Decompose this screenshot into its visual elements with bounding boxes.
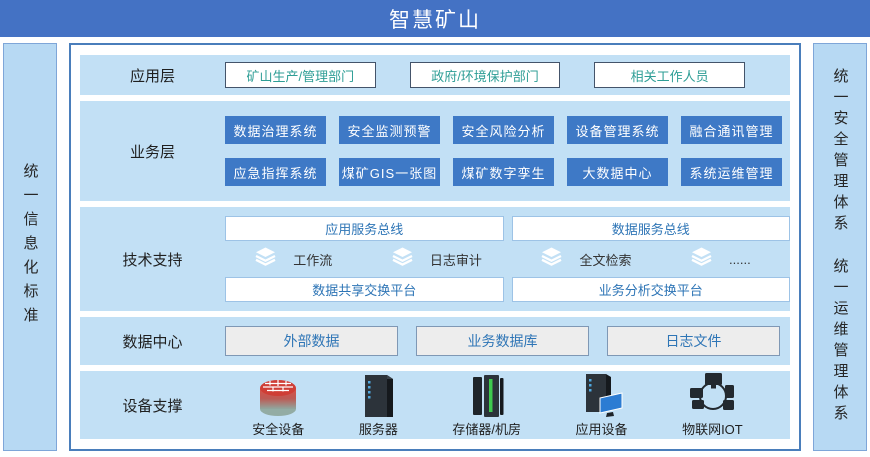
smart-mine-architecture-diagram: 智慧矿山 统一信息化标准 应用层 矿山生产/管理部门 政府/环境保护部门 相关工… (0, 0, 870, 457)
data-source-box: 业务数据库 (416, 326, 589, 356)
right-pillar-label-bottom: 统一运维管理体系 (833, 258, 848, 426)
equipment-row: 设备支撑 (80, 371, 790, 439)
business-layer-label: 业务层 (80, 101, 225, 201)
iot-network-icon (688, 372, 736, 418)
layers-icon (391, 247, 414, 271)
business-module: 安全监测预警 (339, 116, 440, 144)
service-bus-row: 应用服务总线 数据服务总线 (225, 216, 790, 241)
middleware-label: 日志审计 (430, 250, 482, 269)
right-pillar-label-top: 统一安全管理体系 (833, 68, 848, 236)
application-box: 政府/环境保护部门 (410, 62, 561, 88)
layers-icon (254, 247, 277, 271)
application-layer-content: 矿山生产/管理部门 政府/环境保护部门 相关工作人员 (225, 55, 790, 95)
main-panel: 应用层 矿山生产/管理部门 政府/环境保护部门 相关工作人员 业务层 数据治理系… (69, 43, 801, 451)
server-tower-icon (361, 372, 395, 418)
business-row-1: 数据治理系统 安全监测预警 安全风险分析 设备管理系统 融合通讯管理 (225, 116, 782, 144)
equipment-item-label: 安全设备 (252, 419, 304, 438)
equipment-label: 设备支撑 (80, 371, 225, 439)
middleware-item: 工作流 (254, 247, 332, 271)
equipment-item-label: 服务器 (359, 419, 398, 438)
business-layer-row: 业务层 数据治理系统 安全监测预警 安全风险分析 设备管理系统 融合通讯管理 应… (80, 101, 790, 201)
platform-row: 数据共享交换平台 业务分析交换平台 (225, 277, 790, 302)
service-bus-box: 数据服务总线 (512, 216, 791, 241)
storage-rack-icon (467, 372, 507, 418)
business-module: 应急指挥系统 (225, 158, 326, 186)
service-bus-box: 应用服务总线 (225, 216, 504, 241)
business-row-2: 应急指挥系统 煤矿GIS一张图 煤矿数字孪生 大数据中心 系统运维管理 (225, 158, 782, 186)
platform-box: 业务分析交换平台 (512, 277, 791, 302)
business-module: 大数据中心 (567, 158, 668, 186)
business-module: 系统运维管理 (681, 158, 782, 186)
equipment-item: 存储器/机房 (452, 372, 521, 438)
business-module: 煤矿数字孪生 (453, 158, 554, 186)
middleware-label: ...... (729, 252, 751, 267)
equipment-item: 服务器 (359, 372, 398, 438)
firewall-icon (255, 372, 301, 418)
data-source-box: 日志文件 (607, 326, 780, 356)
application-box: 矿山生产/管理部门 (225, 62, 376, 88)
right-pillar: 统一安全管理体系 统一运维管理体系 (813, 43, 867, 451)
left-pillar: 统一信息化标准 (3, 43, 57, 451)
data-center-label: 数据中心 (80, 317, 225, 365)
left-pillar-label: 统一信息化标准 (23, 163, 38, 331)
application-layer-row: 应用层 矿山生产/管理部门 政府/环境保护部门 相关工作人员 (80, 55, 790, 95)
equipment-item: 物联网IOT (682, 372, 743, 438)
equipment-item: 安全设备 (252, 372, 304, 438)
business-module: 数据治理系统 (225, 116, 326, 144)
data-source-box: 外部数据 (225, 326, 398, 356)
equipment-item: 应用设备 (576, 372, 628, 438)
middleware-label: 全文检索 (579, 250, 631, 269)
tech-support-row: 技术支持 应用服务总线 数据服务总线 工作流 (80, 207, 790, 311)
equipment-item-label: 存储器/机房 (452, 419, 521, 438)
layers-icon (540, 247, 563, 271)
middleware-row: 工作流 日志审计 全文检索 (225, 248, 790, 270)
middleware-item: ...... (690, 247, 751, 271)
middleware-label: 工作流 (293, 250, 332, 269)
business-module: 安全风险分析 (453, 116, 554, 144)
page-title: 智慧矿山 (0, 0, 870, 37)
business-module: 设备管理系统 (567, 116, 668, 144)
equipment-item-label: 应用设备 (576, 419, 628, 438)
business-layer-content: 数据治理系统 安全监测预警 安全风险分析 设备管理系统 融合通讯管理 应急指挥系… (225, 101, 790, 201)
data-center-row: 数据中心 外部数据 业务数据库 日志文件 (80, 317, 790, 365)
business-module: 融合通讯管理 (681, 116, 782, 144)
middleware-item: 全文检索 (540, 247, 631, 271)
business-module: 煤矿GIS一张图 (339, 158, 440, 186)
data-center-content: 外部数据 业务数据库 日志文件 (225, 317, 790, 365)
application-layer-label: 应用层 (80, 55, 225, 95)
application-device-icon (580, 372, 624, 418)
equipment-content: 安全设备 服务器 (225, 371, 790, 439)
middleware-item: 日志审计 (391, 247, 482, 271)
tech-support-label: 技术支持 (80, 207, 225, 311)
layers-icon (690, 247, 713, 271)
tech-support-content: 应用服务总线 数据服务总线 工作流 日志审计 (225, 207, 790, 311)
application-box: 相关工作人员 (594, 62, 745, 88)
platform-box: 数据共享交换平台 (225, 277, 504, 302)
equipment-item-label: 物联网IOT (682, 419, 743, 438)
